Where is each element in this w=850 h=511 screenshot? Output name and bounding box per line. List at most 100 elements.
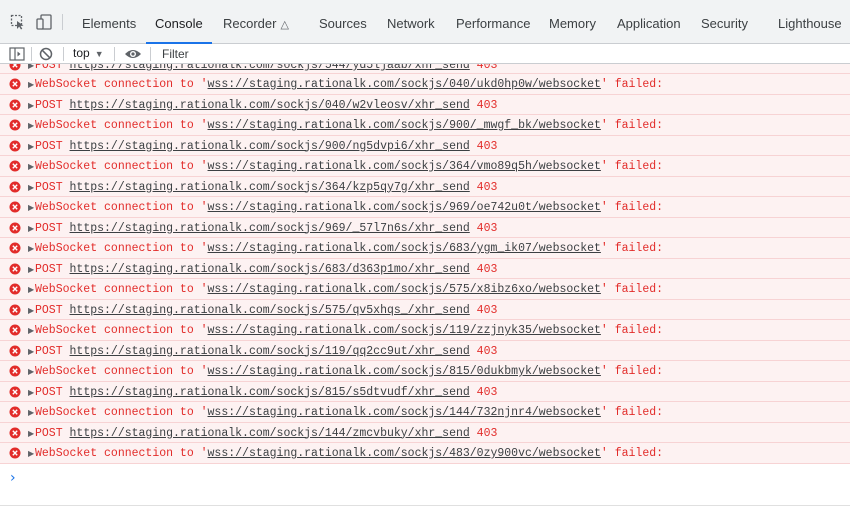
console-error-message[interactable]: ▶ WebSocket connection to 'wss://staging.… <box>0 443 850 464</box>
expand-triangle-icon[interactable]: ▶ <box>28 180 34 196</box>
expand-triangle-icon[interactable]: ▶ <box>28 262 34 278</box>
message-suffix: ' failed: <box>600 201 664 214</box>
console-messages: ▶ POST https://staging.rationalk.com/sock… <box>0 64 850 470</box>
message-url[interactable]: https://staging.rationalk.com/sockjs/815… <box>70 386 470 399</box>
message-url[interactable]: https://staging.rationalk.com/sockjs/144… <box>70 427 470 440</box>
message-prefix: POST <box>35 262 70 276</box>
message-url[interactable]: wss://staging.rationalk.com/sockjs/119/z… <box>208 324 601 337</box>
expand-triangle-icon[interactable]: ▶ <box>28 385 34 401</box>
message-prefix: POST <box>35 98 70 112</box>
sidebar-toggle-icon[interactable] <box>9 44 25 63</box>
console-error-message[interactable]: ▶ POST https://staging.rationalk.com/sock… <box>0 135 850 156</box>
console-error-message[interactable]: ▶ POST https://staging.rationalk.com/sock… <box>0 340 850 361</box>
message-url[interactable]: wss://staging.rationalk.com/sockjs/364/v… <box>208 160 601 173</box>
expand-triangle-icon[interactable]: ▶ <box>28 98 34 114</box>
expand-triangle-icon[interactable]: ▶ <box>28 77 34 93</box>
tab-performance[interactable]: Performance <box>456 0 530 44</box>
message-suffix: ' failed: <box>600 447 664 460</box>
tab-elements[interactable]: Elements <box>82 0 136 44</box>
expand-triangle-icon[interactable]: ▶ <box>28 344 34 360</box>
console-error-message[interactable]: ▶ WebSocket connection to 'wss://staging.… <box>0 361 850 382</box>
tab-console[interactable]: Console <box>146 0 212 44</box>
expand-triangle-icon[interactable]: ▶ <box>28 159 34 175</box>
expand-triangle-icon[interactable]: ▶ <box>28 118 34 134</box>
message-prefix: WebSocket connection to ' <box>35 201 208 214</box>
console-error-message[interactable]: ▶ WebSocket connection to 'wss://staging.… <box>0 402 850 423</box>
message-suffix: ' failed: <box>600 119 664 132</box>
message-url[interactable]: wss://staging.rationalk.com/sockjs/040/u… <box>208 78 601 91</box>
message-url[interactable]: https://staging.rationalk.com/sockjs/364… <box>70 181 470 194</box>
tab-sources[interactable]: Sources <box>319 0 367 44</box>
tab-memory[interactable]: Memory <box>549 0 596 44</box>
message-url[interactable]: https://staging.rationalk.com/sockjs/969… <box>70 222 470 235</box>
error-icon <box>9 427 21 438</box>
live-expression-icon[interactable] <box>124 44 142 63</box>
message-url[interactable]: https://staging.rationalk.com/sockjs/544… <box>70 64 470 72</box>
tab-application[interactable]: Application <box>617 0 681 44</box>
console-error-message[interactable]: ▶ POST https://staging.rationalk.com/sock… <box>0 422 850 443</box>
console-error-message[interactable]: ▶ POST https://staging.rationalk.com/sock… <box>0 299 850 320</box>
console-error-message[interactable]: ▶ POST https://staging.rationalk.com/sock… <box>0 94 850 115</box>
expand-triangle-icon[interactable]: ▶ <box>28 303 34 319</box>
console-error-message[interactable]: ▶ WebSocket connection to 'wss://staging.… <box>0 238 850 259</box>
clear-console-icon[interactable] <box>39 44 53 63</box>
expand-triangle-icon[interactable]: ▶ <box>28 426 34 442</box>
error-icon <box>9 283 21 295</box>
expand-triangle-icon[interactable]: ▶ <box>28 446 34 462</box>
message-prefix: POST <box>35 221 70 235</box>
message-url[interactable]: https://staging.rationalk.com/sockjs/119… <box>70 345 470 358</box>
error-icon <box>9 222 21 233</box>
message-prefix: POST <box>35 385 70 399</box>
console-error-message[interactable]: ▶ POST https://staging.rationalk.com/sock… <box>0 381 850 402</box>
toolbar-divider <box>31 47 32 61</box>
console-error-message[interactable]: ▶ WebSocket connection to 'wss://staging.… <box>0 279 850 300</box>
expand-triangle-icon[interactable]: ▶ <box>28 221 34 237</box>
message-url[interactable]: wss://staging.rationalk.com/sockjs/144/7… <box>208 406 601 419</box>
error-icon <box>9 304 21 315</box>
tab-lighthouse[interactable]: Lighthouse <box>778 0 842 44</box>
expand-triangle-icon[interactable]: ▶ <box>28 323 34 339</box>
error-icon <box>9 365 21 377</box>
tab-network[interactable]: Network <box>387 0 435 44</box>
filter-input[interactable] <box>155 44 850 63</box>
message-url[interactable]: wss://staging.rationalk.com/sockjs/815/0… <box>208 365 601 378</box>
console-error-message[interactable]: ▶ WebSocket connection to 'wss://staging.… <box>0 74 850 95</box>
toolbar-divider <box>62 14 63 30</box>
device-toolbar-icon[interactable] <box>36 14 52 30</box>
expand-triangle-icon[interactable]: ▶ <box>28 405 34 421</box>
error-icon <box>9 201 21 213</box>
message-url[interactable]: wss://staging.rationalk.com/sockjs/575/x… <box>208 283 601 296</box>
console-error-message[interactable]: ▶ WebSocket connection to 'wss://staging.… <box>0 320 850 341</box>
context-selector[interactable]: top ▼ <box>73 44 104 63</box>
expand-triangle-icon[interactable]: ▶ <box>28 139 34 155</box>
console-error-message[interactable]: ▶ WebSocket connection to 'wss://staging.… <box>0 156 850 177</box>
console-error-message[interactable]: ▶ WebSocket connection to 'wss://staging.… <box>0 197 850 218</box>
inspect-element-icon[interactable] <box>10 14 26 30</box>
message-suffix: 403 <box>469 64 498 72</box>
message-url[interactable]: https://staging.rationalk.com/sockjs/040… <box>70 99 470 112</box>
console-error-message[interactable]: ▶ POST https://staging.rationalk.com/sock… <box>0 176 850 197</box>
console-prompt[interactable]: › <box>0 470 850 490</box>
message-url[interactable]: https://staging.rationalk.com/sockjs/900… <box>70 140 470 153</box>
message-url[interactable]: wss://staging.rationalk.com/sockjs/900/_… <box>208 119 601 132</box>
tab-security[interactable]: Security <box>701 0 748 44</box>
console-error-message[interactable]: ▶ POST https://staging.rationalk.com/sock… <box>0 217 850 238</box>
console-error-message[interactable]: ▶ POST https://staging.rationalk.com/sock… <box>0 64 850 74</box>
message-url[interactable]: wss://staging.rationalk.com/sockjs/683/y… <box>208 242 601 255</box>
tab-recorder[interactable]: Recorder △ <box>223 0 289 44</box>
expand-triangle-icon[interactable]: ▶ <box>28 364 34 380</box>
message-url[interactable]: wss://staging.rationalk.com/sockjs/969/o… <box>208 201 601 214</box>
message-suffix: 403 <box>469 385 498 399</box>
message-url[interactable]: https://staging.rationalk.com/sockjs/575… <box>70 304 470 317</box>
console-error-message[interactable]: ▶ WebSocket connection to 'wss://staging.… <box>0 115 850 136</box>
error-icon <box>9 406 21 418</box>
expand-triangle-icon[interactable]: ▶ <box>28 64 34 73</box>
chevron-down-icon: ▼ <box>94 49 104 59</box>
expand-triangle-icon[interactable]: ▶ <box>28 282 34 298</box>
message-url[interactable]: https://staging.rationalk.com/sockjs/683… <box>70 263 470 276</box>
console-bottom-border <box>0 505 850 506</box>
expand-triangle-icon[interactable]: ▶ <box>28 200 34 216</box>
message-url[interactable]: wss://staging.rationalk.com/sockjs/483/0… <box>208 447 601 460</box>
console-error-message[interactable]: ▶ POST https://staging.rationalk.com/sock… <box>0 258 850 279</box>
expand-triangle-icon[interactable]: ▶ <box>28 241 34 257</box>
